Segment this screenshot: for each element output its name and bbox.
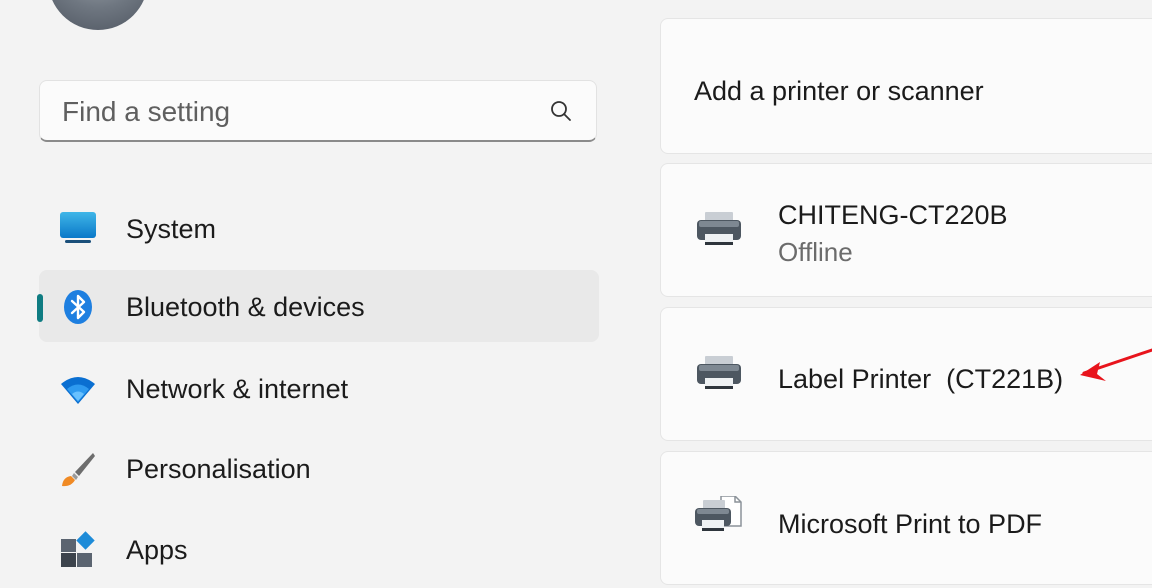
sidebar-item-bluetooth-devices[interactable]: Bluetooth & devices xyxy=(37,270,599,342)
printer-icon xyxy=(697,212,741,245)
printer-status: Offline xyxy=(778,237,853,267)
paintbrush-icon xyxy=(62,453,95,487)
add-printer-label: Add a printer or scanner xyxy=(694,76,984,106)
sidebar-item-label: Apps xyxy=(126,535,188,565)
system-icon xyxy=(60,212,96,243)
sidebar-item-label: Bluetooth & devices xyxy=(126,292,365,322)
printer-name: Label Printer (CT221B) xyxy=(778,364,1064,394)
add-printer-card[interactable]: Add a printer or scanner xyxy=(660,18,1152,154)
sidebar-item-label: System xyxy=(126,214,217,244)
annotation-arrow-icon xyxy=(1080,348,1152,381)
search-box[interactable] xyxy=(39,80,597,142)
sidebar-item-apps[interactable]: Apps xyxy=(39,513,599,585)
search-input[interactable] xyxy=(60,93,534,131)
avatar[interactable] xyxy=(48,0,148,30)
printer-icon xyxy=(697,356,741,389)
printer-name: Microsoft Print to PDF xyxy=(778,509,1043,539)
bluetooth-icon xyxy=(64,290,92,324)
printer-item[interactable]: CHITENG-CT220B Offline xyxy=(660,163,1152,297)
active-indicator xyxy=(37,294,43,322)
pdf-printer-icon xyxy=(695,496,742,531)
wifi-icon xyxy=(61,377,95,404)
sidebar: System Bluetooth & devices Network & int… xyxy=(0,0,620,588)
sidebar-item-label: Personalisation xyxy=(126,454,311,484)
sidebar-item-label: Network & internet xyxy=(126,374,349,404)
sidebar-item-personalisation[interactable]: Personalisation xyxy=(39,432,599,504)
printer-item[interactable]: Microsoft Print to PDF xyxy=(660,451,1152,585)
apps-icon xyxy=(61,531,95,567)
sidebar-item-system[interactable]: System xyxy=(39,192,599,264)
sidebar-item-network-internet[interactable]: Network & internet xyxy=(39,352,599,424)
printer-name: CHITENG-CT220B xyxy=(778,200,1008,230)
search-icon[interactable] xyxy=(548,98,574,124)
